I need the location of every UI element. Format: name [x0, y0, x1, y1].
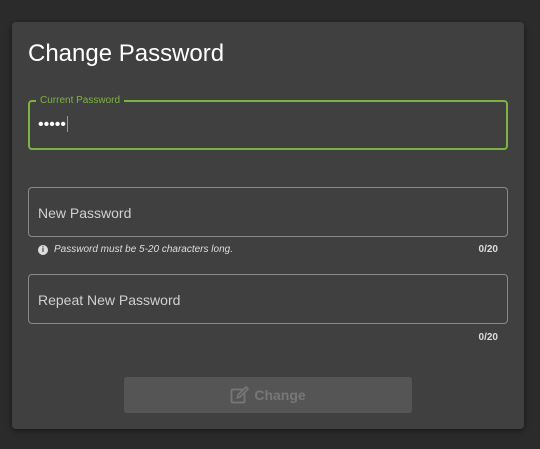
page-title: Change Password	[28, 40, 225, 67]
text-caret	[67, 116, 69, 132]
info-icon: i	[38, 245, 48, 255]
current-password-label: Current Password	[36, 94, 125, 107]
change-button[interactable]: Change	[124, 377, 412, 413]
repeat-password-placeholder: Repeat New Password	[38, 292, 181, 308]
current-password-field[interactable]: Current Password •••••	[28, 94, 508, 150]
current-password-input[interactable]: •••••	[38, 115, 69, 135]
new-password-field[interactable]: New Password	[28, 187, 508, 237]
current-password-value: •••••	[38, 116, 67, 133]
change-password-card: Change Password Current Password ••••• N…	[12, 22, 524, 429]
repeat-password-field[interactable]: Repeat New Password	[28, 274, 508, 324]
new-password-counter: 0/20	[478, 244, 498, 255]
edit-icon	[230, 386, 250, 404]
change-button-label: Change	[254, 387, 306, 403]
new-password-placeholder: New Password	[38, 205, 132, 221]
repeat-password-counter: 0/20	[478, 332, 498, 343]
password-hint-text: Password must be 5-20 characters long.	[54, 244, 233, 255]
password-hint: i Password must be 5-20 characters long.	[38, 244, 233, 256]
